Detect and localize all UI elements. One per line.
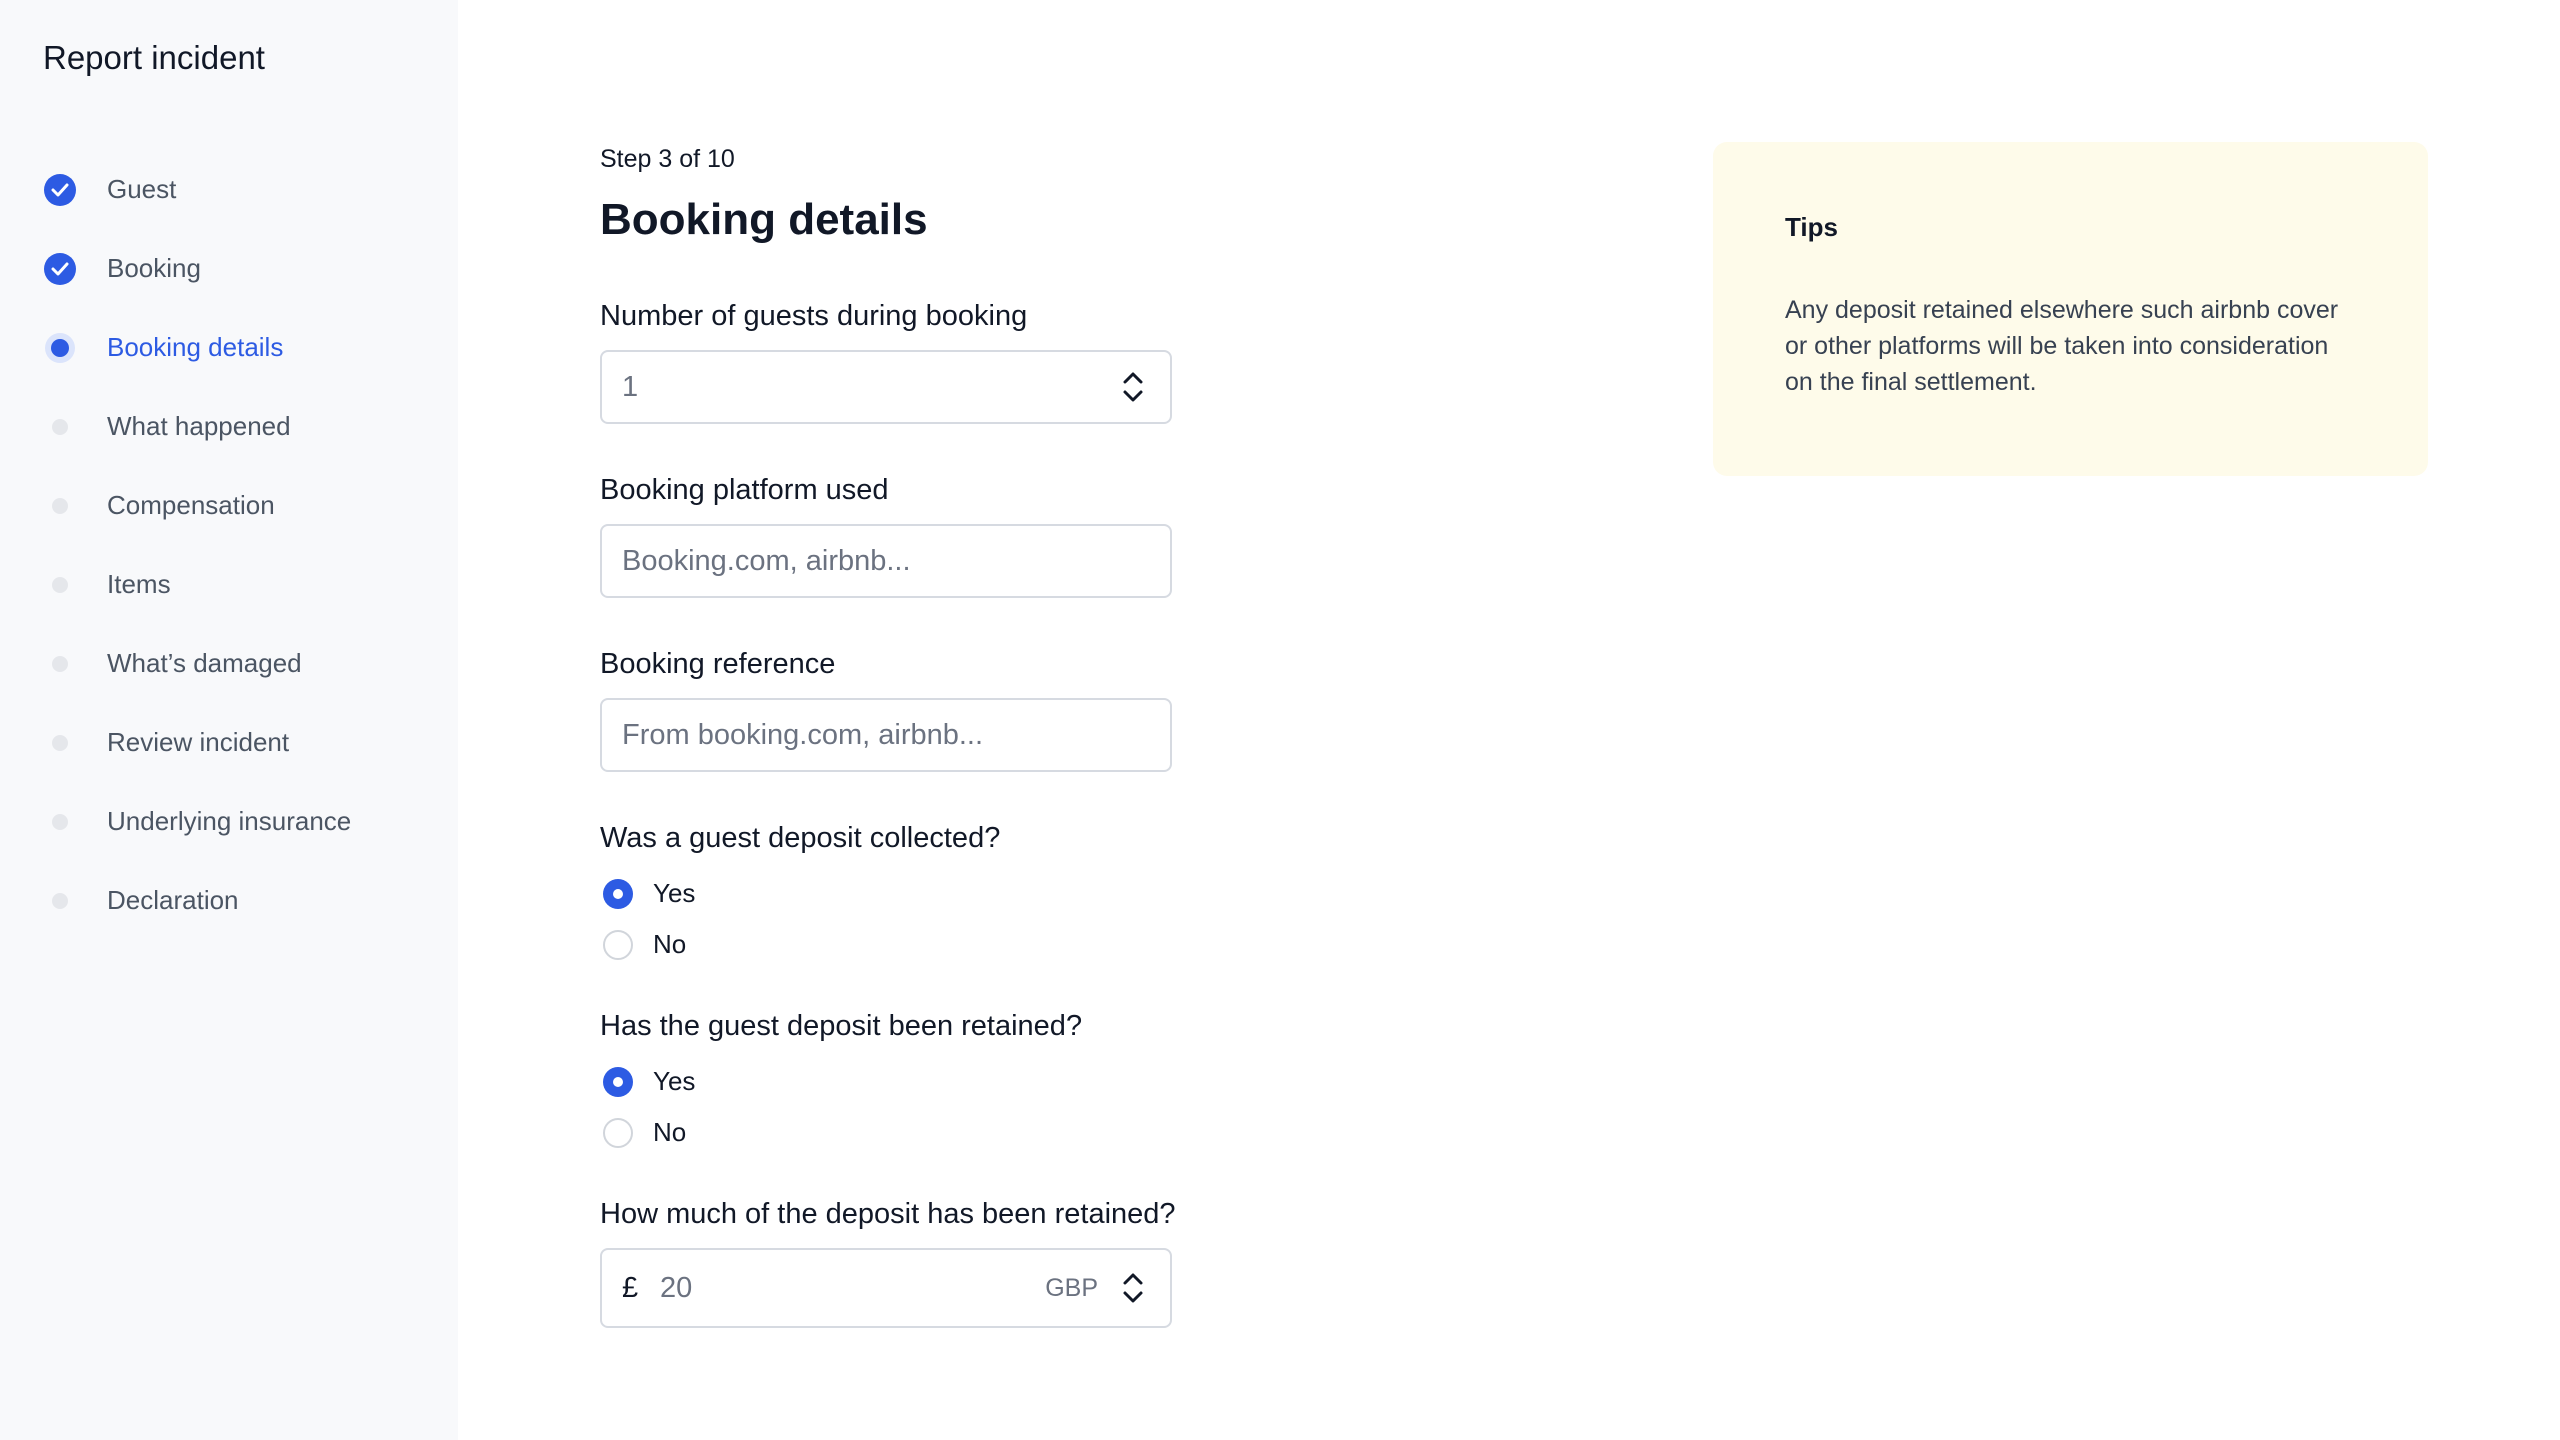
reference-input[interactable] [602, 718, 1170, 752]
step-label: Booking details [107, 332, 284, 362]
guests-stepper[interactable] [600, 350, 1172, 424]
radio-selected-icon[interactable] [603, 1066, 633, 1097]
deposit-retained-yes[interactable]: Yes [603, 1066, 695, 1097]
tips-title: Tips [1785, 212, 1838, 242]
step-underlying-insurance[interactable]: Underlying insurance [0, 782, 458, 861]
step-whats-damaged[interactable]: What’s damaged [0, 624, 458, 703]
step-review-incident[interactable]: Review incident [0, 703, 458, 782]
pending-step-dot-icon [44, 806, 76, 838]
deposit-collected-no[interactable]: No [603, 929, 686, 960]
step-compensation[interactable]: Compensation [0, 466, 458, 545]
retained-amount-field[interactable]: £ GBP [600, 1248, 1172, 1328]
step-label: Guest [107, 174, 177, 204]
tips-panel: Tips Any deposit retained elsewhere such… [1713, 142, 2428, 476]
pending-step-dot-icon [44, 411, 76, 443]
step-items[interactable]: Items [0, 545, 458, 624]
check-circle-icon [44, 252, 76, 285]
platform-label: Booking platform used [600, 474, 889, 506]
pending-step-dot-icon [44, 727, 76, 759]
reference-label: Booking reference [600, 648, 836, 680]
step-declaration[interactable]: Declaration [0, 861, 458, 940]
pending-step-dot-icon [44, 648, 76, 680]
chevron-up-down-icon[interactable] [1122, 1271, 1144, 1305]
step-label: Underlying insurance [107, 806, 352, 836]
radio-unselected-icon[interactable] [603, 929, 633, 960]
radio-label: Yes [653, 1066, 696, 1096]
retained-amount-label: How much of the deposit has been retaine… [600, 1198, 1176, 1230]
step-label: Review incident [107, 727, 290, 757]
currency-code: GBP [1045, 1273, 1098, 1302]
step-label: What happened [107, 411, 291, 441]
retained-amount-input[interactable] [660, 1271, 960, 1305]
check-circle-icon [44, 173, 76, 206]
step-label: Items [107, 569, 171, 599]
radio-label: No [653, 929, 687, 959]
pending-step-dot-icon [44, 490, 76, 522]
step-label: Compensation [107, 490, 275, 520]
radio-label: Yes [653, 878, 696, 908]
guests-input[interactable] [602, 370, 1170, 404]
pending-step-dot-icon [44, 569, 76, 601]
step-counter: Step 3 of 10 [600, 145, 735, 173]
tips-body: Any deposit retained elsewhere such airb… [1785, 296, 2339, 396]
step-list: Guest Booking Booking details What happe… [0, 150, 458, 940]
step-label: Booking [107, 253, 201, 283]
step-booking[interactable]: Booking [0, 229, 458, 308]
current-step-dot-icon [44, 332, 76, 364]
radio-label: No [653, 1117, 687, 1147]
step-booking-details[interactable]: Booking details [0, 308, 458, 387]
platform-input[interactable] [602, 544, 1170, 578]
sidebar: Report incident Guest Booking Booking de… [0, 0, 458, 1440]
deposit-retained-label: Has the guest deposit been retained? [600, 1010, 1083, 1042]
reference-field[interactable] [600, 698, 1172, 772]
step-label: What’s damaged [107, 648, 302, 678]
deposit-collected-label: Was a guest deposit collected? [600, 822, 1001, 854]
deposit-collected-yes[interactable]: Yes [603, 878, 695, 909]
deposit-retained-no[interactable]: No [603, 1117, 686, 1148]
sidebar-title: Report incident [43, 39, 265, 76]
step-label: Declaration [107, 885, 239, 915]
step-what-happened[interactable]: What happened [0, 387, 458, 466]
step-guest[interactable]: Guest [0, 150, 458, 229]
radio-unselected-icon[interactable] [603, 1117, 633, 1148]
platform-field[interactable] [600, 524, 1172, 598]
radio-selected-icon[interactable] [603, 878, 633, 909]
pending-step-dot-icon [44, 885, 76, 917]
page-title: Booking details [600, 195, 928, 244]
guests-label: Number of guests during booking [600, 300, 1028, 332]
app: Report incident Guest Booking Booking de… [0, 0, 2560, 1440]
chevron-up-down-icon[interactable] [1122, 370, 1144, 404]
currency-symbol: £ [622, 1271, 639, 1304]
